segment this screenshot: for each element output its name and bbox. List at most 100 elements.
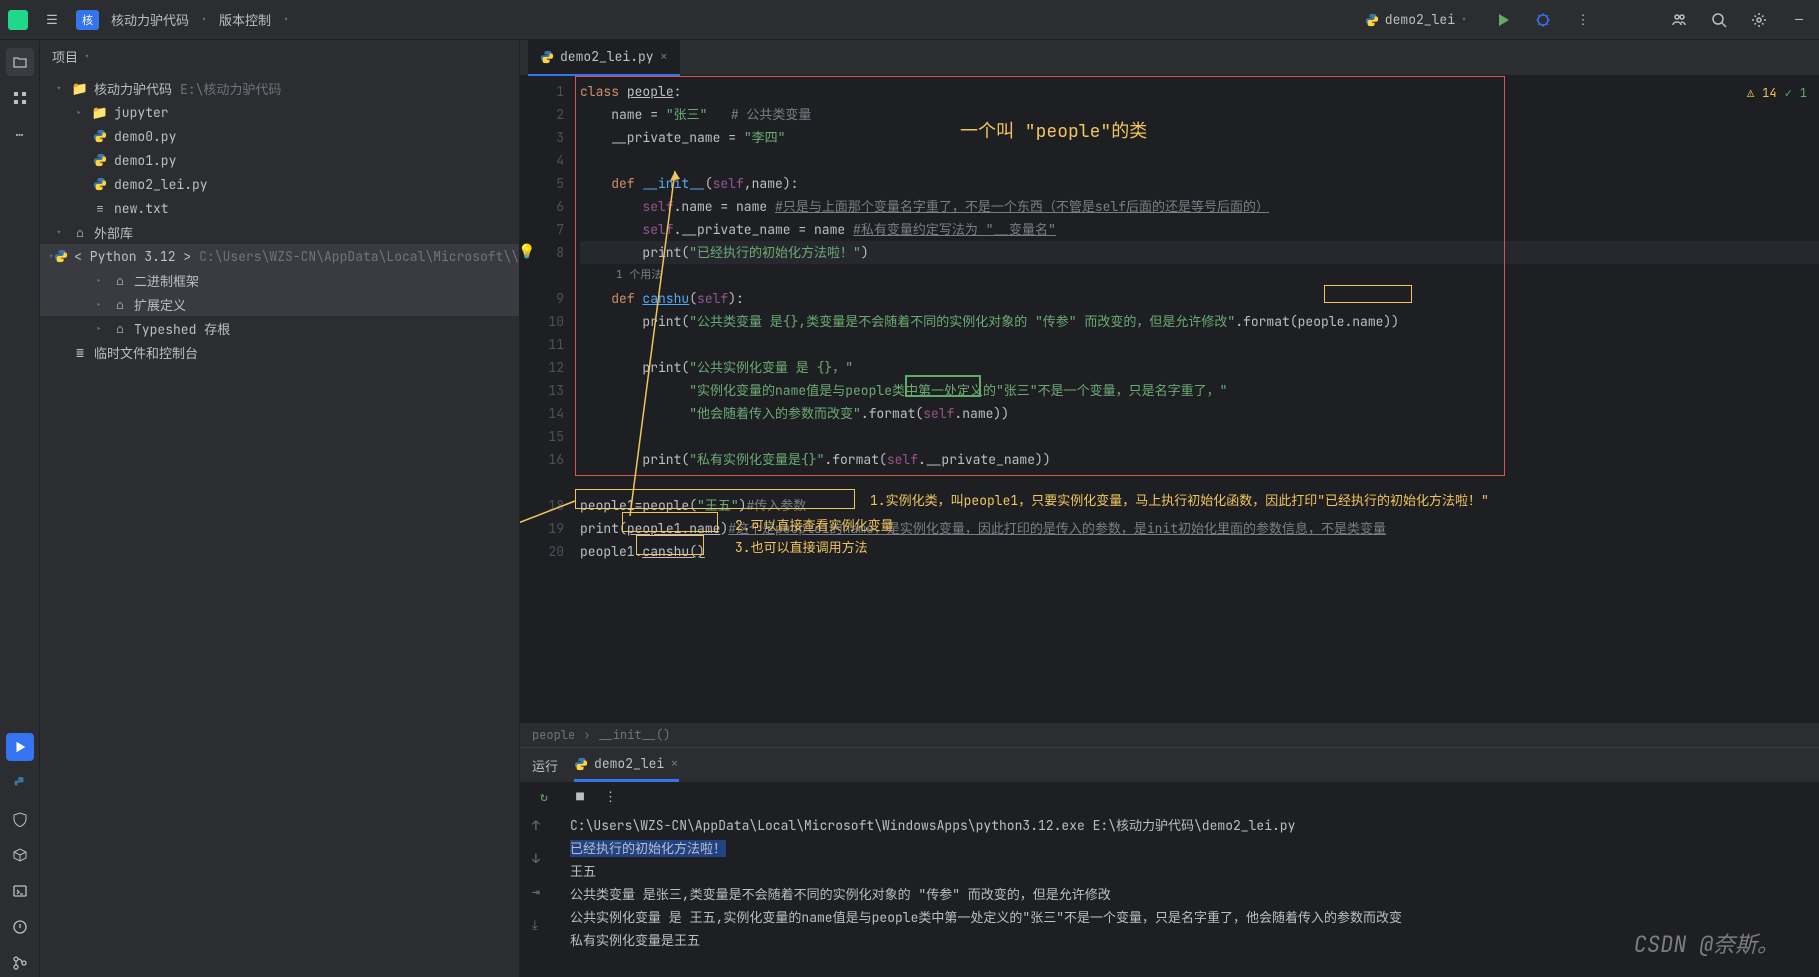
check-icon: ✓ bbox=[1785, 82, 1792, 105]
breadcrumb-class[interactable]: people bbox=[532, 727, 575, 743]
run-button-icon[interactable] bbox=[1491, 8, 1515, 32]
scroll-up-icon[interactable]: ↑ bbox=[532, 814, 540, 837]
python-icon bbox=[92, 176, 108, 192]
scroll-end-icon[interactable]: ⤓ bbox=[532, 913, 540, 936]
expand-icon[interactable]: ▸ bbox=[96, 322, 112, 335]
breadcrumb-func[interactable]: __init__() bbox=[598, 727, 670, 743]
tree-file-demo1[interactable]: demo1.py bbox=[40, 148, 519, 172]
code-content[interactable]: class people: name = "张三" # 公共类变量 __priv… bbox=[580, 76, 1819, 723]
terminal-tool-icon[interactable] bbox=[6, 877, 34, 905]
close-icon[interactable]: × bbox=[660, 48, 668, 66]
more-icon[interactable]: ⋮ bbox=[1571, 8, 1595, 32]
run-config-name: demo2_lei bbox=[1385, 11, 1455, 28]
run-config-selector[interactable]: demo2_lei ▾ bbox=[1357, 7, 1475, 32]
scratch-icon: ≣ bbox=[72, 344, 88, 360]
titlebar: ☰ 核 核动力驴代码 ▾ 版本控制 ▾ demo2_lei ▾ ⋮ — bbox=[0, 0, 1819, 40]
run-output[interactable]: ↑ ↓ ⇥ ⤓ C:\Users\WZS-CN\AppData\Local\Mi… bbox=[520, 810, 1819, 977]
python-icon bbox=[574, 757, 588, 771]
tree-extdef[interactable]: ▸⌂扩展定义 bbox=[40, 292, 519, 316]
scroll-down-icon[interactable]: ↓ bbox=[532, 847, 540, 870]
chevron-down-icon: ▾ bbox=[283, 13, 289, 26]
bulb-icon[interactable]: 💡 bbox=[520, 241, 535, 264]
tree-file-demo2[interactable]: demo2_lei.py bbox=[40, 172, 519, 196]
chevron-down-icon: ▾ bbox=[84, 50, 90, 63]
project-name[interactable]: 核动力驴代码 bbox=[111, 10, 189, 29]
project-badge[interactable]: 核 bbox=[76, 10, 99, 30]
soft-wrap-icon[interactable]: ⇥ bbox=[532, 880, 540, 903]
python-icon bbox=[92, 128, 108, 144]
run-tool-icon[interactable] bbox=[6, 733, 34, 761]
structure-tool-icon[interactable] bbox=[6, 84, 34, 112]
inspections-widget[interactable]: ⚠14 ✓1 bbox=[1747, 82, 1807, 105]
expand-icon[interactable]: ▸ bbox=[96, 274, 112, 287]
vcs-tool-icon[interactable] bbox=[6, 949, 34, 977]
close-icon[interactable]: × bbox=[670, 755, 678, 773]
tree-binary[interactable]: ▸⌂二进制框架 bbox=[40, 268, 519, 292]
services-tool-icon[interactable] bbox=[6, 805, 34, 833]
expand-icon[interactable]: ▸ bbox=[96, 298, 112, 311]
output-highlighted: 已经执行的初始化方法啦！ bbox=[570, 840, 726, 857]
rerun-icon[interactable]: ↻ bbox=[532, 784, 556, 808]
text-file-icon: ≡ bbox=[92, 200, 108, 216]
tree-file-newtxt[interactable]: ≡new.txt bbox=[40, 196, 519, 220]
breadcrumb[interactable]: people › __init__() bbox=[520, 723, 1819, 747]
tree-file-demo0[interactable]: demo0.py bbox=[40, 124, 519, 148]
tree-ext-libs[interactable]: ▾⌂外部库 bbox=[40, 220, 519, 244]
tab-label: demo2_lei.py bbox=[560, 48, 654, 65]
editor-gutter: 1 2 3 4 5 6 7 💡8 9 10 11 12 13 14 15 16 … bbox=[520, 76, 580, 723]
python-console-icon[interactable] bbox=[6, 769, 34, 797]
run-label: 运行 bbox=[532, 756, 558, 775]
debug-button-icon[interactable] bbox=[1531, 8, 1555, 32]
python-icon bbox=[54, 248, 68, 264]
run-toolbar: ↻ ■ ⋮ bbox=[520, 782, 1819, 810]
separator: ⋮ bbox=[604, 788, 617, 805]
search-icon[interactable] bbox=[1707, 8, 1731, 32]
project-tool-window: 项目 ▾ ▾📁核动力驴代码E:\核动力驴代码 ▸📁jupyter demo0.p… bbox=[40, 40, 520, 977]
output-line: 公共实例化变量 是 王五,实例化变量的name值是与people类中第一处定义的… bbox=[570, 906, 1819, 929]
editor-body[interactable]: 1 2 3 4 5 6 7 💡8 9 10 11 12 13 14 15 16 … bbox=[520, 76, 1819, 723]
library-icon: ⌂ bbox=[112, 272, 128, 288]
python-icon bbox=[92, 152, 108, 168]
output-line: 王五 bbox=[570, 860, 1819, 883]
run-tab-demo2[interactable]: demo2_lei × bbox=[574, 748, 679, 782]
chevron-down-icon: ▾ bbox=[201, 13, 207, 26]
output-line: 公共类变量 是张三,类变量是不会随着不同的实例化对象的 "传参" 而改变的，但是… bbox=[570, 883, 1819, 906]
pycharm-logo-icon bbox=[8, 10, 28, 30]
warning-icon: ⚠ bbox=[1747, 82, 1754, 105]
expand-icon[interactable]: ▸ bbox=[76, 106, 92, 119]
project-header-label: 项目 bbox=[52, 47, 78, 66]
tree-python-sdk[interactable]: ▾< Python 3.12 >C:\Users\WZS-CN\AppData\… bbox=[40, 244, 519, 268]
project-tree: ▾📁核动力驴代码E:\核动力驴代码 ▸📁jupyter demo0.py dem… bbox=[40, 72, 519, 977]
stop-icon[interactable]: ■ bbox=[568, 784, 592, 808]
main-menu-icon[interactable]: ☰ bbox=[40, 8, 64, 32]
output-line: C:\Users\WZS-CN\AppData\Local\Microsoft\… bbox=[570, 814, 1819, 837]
run-tool-window: 运行 demo2_lei × ↻ ■ ⋮ ↑ ↓ ⇥ ⤓ C:\U bbox=[520, 747, 1819, 977]
expand-icon[interactable]: ▾ bbox=[56, 226, 72, 239]
tree-folder-jupyter[interactable]: ▸📁jupyter bbox=[40, 100, 519, 124]
vcs-menu[interactable]: 版本控制 bbox=[219, 10, 271, 29]
tree-scratch[interactable]: ≣临时文件和控制台 bbox=[40, 340, 519, 364]
code-with-me-icon[interactable] bbox=[1667, 8, 1691, 32]
run-tab-label: demo2_lei bbox=[594, 755, 664, 772]
run-tabs: 运行 demo2_lei × bbox=[520, 748, 1819, 782]
tool-window-bar-left: ⋯ bbox=[0, 40, 40, 977]
more-tool-icon[interactable]: ⋯ bbox=[6, 120, 34, 148]
packages-tool-icon[interactable] bbox=[6, 841, 34, 869]
output-line: 私有实例化变量是王五 bbox=[570, 929, 1819, 952]
chevron-right-icon: › bbox=[583, 727, 590, 743]
tree-typeshed[interactable]: ▸⌂Typeshed 存根 bbox=[40, 316, 519, 340]
tree-root[interactable]: ▾📁核动力驴代码E:\核动力驴代码 bbox=[40, 76, 519, 100]
settings-icon[interactable] bbox=[1747, 8, 1771, 32]
project-tool-icon[interactable] bbox=[6, 48, 34, 76]
folder-icon: 📁 bbox=[72, 80, 88, 96]
minimize-icon[interactable]: — bbox=[1787, 8, 1811, 32]
editor-area: demo2_lei.py × 1 2 3 4 5 6 7 💡8 9 10 11 … bbox=[520, 40, 1819, 977]
chevron-down-icon: ▾ bbox=[1461, 13, 1467, 26]
python-icon bbox=[540, 50, 554, 64]
problems-tool-icon[interactable] bbox=[6, 913, 34, 941]
python-icon bbox=[1365, 13, 1379, 27]
project-header[interactable]: 项目 ▾ bbox=[40, 40, 519, 72]
expand-icon[interactable]: ▾ bbox=[56, 82, 72, 95]
folder-icon: 📁 bbox=[92, 104, 108, 120]
editor-tab-demo2[interactable]: demo2_lei.py × bbox=[528, 40, 680, 76]
